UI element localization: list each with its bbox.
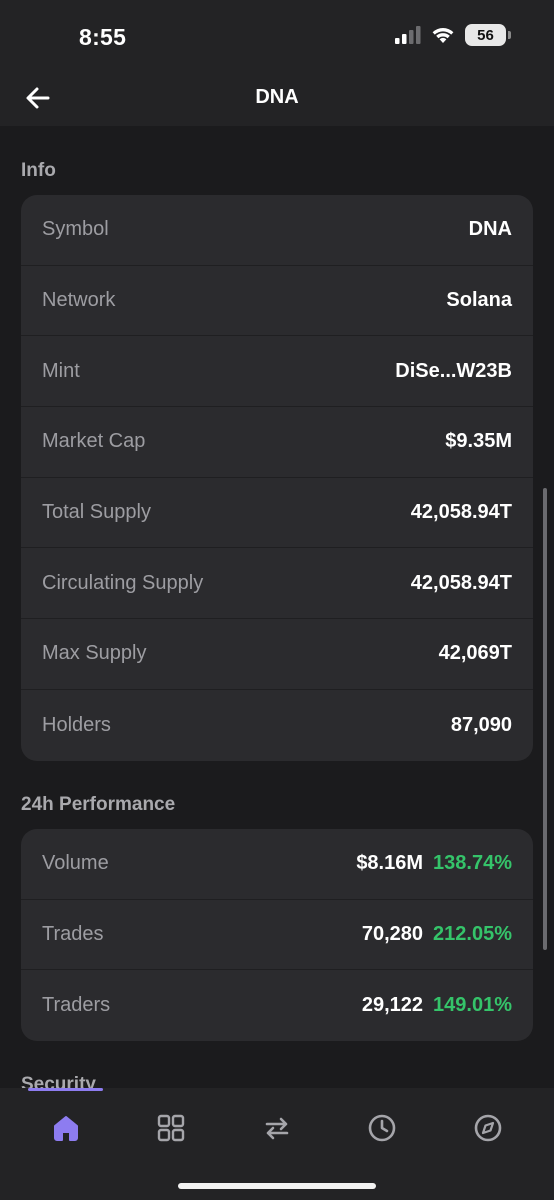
row-change: 212.05% (433, 923, 512, 946)
row-label: Max Supply (42, 642, 147, 665)
tab-history[interactable] (362, 1108, 402, 1148)
row-values: 29,122 149.01% (362, 994, 512, 1017)
row-label: Volume (42, 852, 109, 875)
battery-indicator: 56 (465, 24, 511, 46)
info-row-market-cap: Market Cap $9.35M (21, 407, 533, 478)
row-change: 149.01% (433, 994, 512, 1017)
row-change: 138.74% (433, 852, 512, 875)
info-row-total-supply: Total Supply 42,058.94T (21, 478, 533, 549)
row-label: Market Cap (42, 430, 146, 453)
scrollbar[interactable] (543, 488, 547, 950)
tab-swap[interactable] (257, 1108, 297, 1148)
row-value: 42,058.94T (410, 501, 512, 524)
wifi-icon (432, 28, 454, 43)
swap-icon (265, 1117, 289, 1140)
info-section-title: Info (21, 160, 56, 181)
performance-row-volume: Volume $8.16M 138.74% (21, 829, 533, 900)
clock-icon (368, 1114, 396, 1142)
grid-icon (157, 1114, 185, 1142)
home-icon (54, 1116, 78, 1141)
info-card: Symbol DNA Network Solana Mint DiSe...W2… (21, 195, 533, 761)
info-row-circulating-supply: Circulating Supply 42,058.94T (21, 548, 533, 620)
tab-apps[interactable] (151, 1108, 191, 1148)
row-label: Mint (42, 359, 80, 382)
tab-explore[interactable] (468, 1108, 508, 1148)
row-label: Network (42, 289, 116, 312)
row-value: $8.16M (356, 852, 424, 875)
performance-row-trades: Trades 70,280 212.05% (21, 900, 533, 971)
active-tab-indicator (28, 1088, 103, 1091)
performance-section-title: 24h Performance (21, 794, 176, 815)
info-row-holders[interactable]: Holders 87,090 (21, 690, 533, 761)
row-values: $8.16M 138.74% (356, 852, 512, 875)
row-label: Traders (42, 994, 111, 1017)
row-value: Solana (446, 289, 512, 312)
security-section-title: Security (21, 1074, 96, 1088)
header: DNA (0, 70, 554, 126)
info-row-symbol: Symbol DNA (21, 195, 533, 266)
info-row-network: Network Solana (21, 266, 533, 337)
home-indicator (178, 1183, 376, 1189)
row-value: 29,122 (361, 994, 424, 1017)
page-title: DNA (255, 86, 299, 108)
mint-address[interactable]: DiSe...W23B (395, 360, 512, 383)
row-values: 70,280 212.05% (362, 923, 512, 946)
row-label: Symbol (42, 218, 109, 241)
cellular-signal-icon (395, 26, 421, 44)
row-label: Holders (42, 713, 111, 736)
row-value: 42,069T (438, 642, 512, 665)
battery-level: 56 (477, 26, 494, 44)
row-value: DNA (468, 218, 512, 241)
screen: 8:55 56 DNA Info Symbol DNA Network Sola… (0, 0, 554, 1200)
info-row-max-supply: Max Supply 42,069T (21, 619, 533, 690)
status-icons: 56 (395, 24, 511, 46)
row-label: Total Supply (42, 501, 151, 524)
info-row-mint[interactable]: Mint DiSe...W23B (21, 336, 533, 408)
status-bar: 8:55 56 (0, 0, 554, 70)
row-value: $9.35M (445, 430, 512, 453)
row-label: Trades (42, 923, 104, 946)
status-time: 8:55 (79, 24, 127, 50)
tab-home[interactable] (46, 1108, 86, 1148)
performance-card: Volume $8.16M 138.74% Trades 70,280 212.… (21, 829, 533, 1042)
row-value: 42,058.94T (410, 571, 512, 594)
performance-row-traders: Traders 29,122 149.01% (21, 970, 533, 1041)
compass-icon (474, 1114, 502, 1142)
content-scroll[interactable]: Info Symbol DNA Network Solana Mint DiSe… (0, 126, 554, 1088)
row-value: 87,090 (450, 713, 512, 736)
row-value: 70,280 (361, 923, 424, 946)
row-label: Circulating Supply (42, 571, 204, 594)
